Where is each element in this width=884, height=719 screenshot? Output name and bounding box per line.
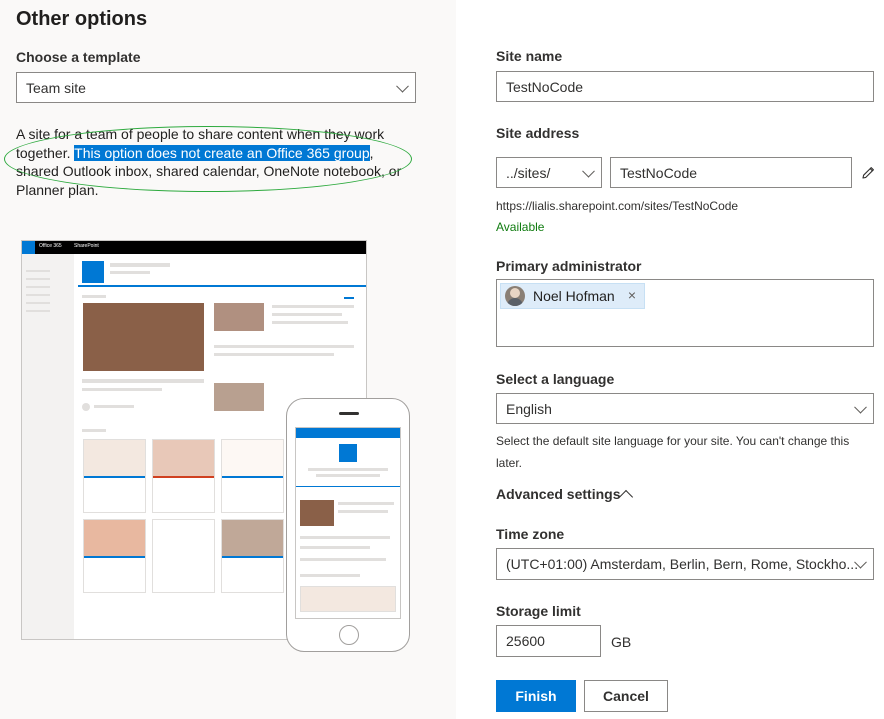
phone-home-button [339, 625, 359, 645]
template-panel: Other options Choose a template Team sit… [0, 0, 456, 719]
close-icon[interactable]: × [628, 287, 636, 303]
timezone-value: (UTC+01:00) Amsterdam, Berlin, Bern, Rom… [506, 556, 859, 572]
pencil-icon[interactable] [860, 165, 876, 181]
chevron-down-icon [582, 164, 595, 178]
timezone-dropdown[interactable]: (UTC+01:00) Amsterdam, Berlin, Bern, Rom… [496, 548, 874, 580]
admin-name: Noel Hofman [533, 288, 615, 304]
site-url: https://lialis.sharepoint.com/sites/Test… [496, 199, 739, 213]
site-name-value: TestNoCode [506, 78, 584, 95]
site-name-input[interactable]: TestNoCode [496, 71, 874, 102]
site-address-label: Site address [496, 125, 580, 141]
finish-button[interactable]: Finish [496, 680, 576, 712]
template-dropdown-value: Team site [26, 79, 86, 96]
phone-speaker [339, 412, 359, 415]
storage-label: Storage limit [496, 603, 581, 619]
chevron-down-icon [854, 400, 867, 414]
panel-title: Other options [16, 8, 148, 30]
chevron-down-icon [396, 79, 409, 93]
waffle-icon [22, 241, 35, 254]
template-dropdown[interactable]: Team site [16, 72, 416, 103]
site-name-label: Site name [496, 48, 563, 64]
primary-admin-label: Primary administrator [496, 258, 642, 274]
preview-site-logo [82, 261, 104, 283]
storage-unit: GB [611, 634, 632, 650]
preview-hero-image [83, 303, 204, 371]
site-address-value: TestNoCode [620, 164, 698, 181]
language-help-text: Select the default site language for you… [496, 434, 850, 470]
language-label: Select a language [496, 371, 615, 387]
phone-screen [295, 427, 401, 619]
cancel-button[interactable]: Cancel [584, 680, 668, 712]
preview-product-name: SharePoint [74, 243, 99, 249]
availability-status: Available [496, 220, 545, 234]
site-address-input[interactable]: TestNoCode [610, 157, 852, 188]
admin-persona-chip[interactable]: Noel Hofman × [500, 283, 645, 309]
storage-value: 25600 [506, 633, 545, 649]
avatar [505, 286, 525, 306]
chevron-up-icon[interactable] [618, 489, 634, 505]
preview-app-name: Office 365 [39, 243, 62, 249]
timezone-label: Time zone [496, 526, 565, 542]
primary-admin-picker[interactable]: Noel Hofman × [496, 279, 874, 347]
site-address-prefix-value: ../sites/ [506, 164, 551, 181]
preview-nav [22, 254, 74, 639]
site-address-prefix-dropdown[interactable]: ../sites/ [496, 157, 602, 188]
storage-input[interactable]: 25600 [496, 625, 601, 657]
annotation-ellipse [4, 126, 412, 192]
template-preview-mobile [286, 398, 410, 652]
template-label: Choose a template [16, 49, 141, 65]
advanced-settings-toggle[interactable]: Advanced settings [496, 486, 620, 502]
language-dropdown[interactable]: English [496, 393, 874, 424]
language-value: English [506, 400, 552, 417]
preview-suite-bar: Office 365 SharePoint [22, 241, 366, 254]
